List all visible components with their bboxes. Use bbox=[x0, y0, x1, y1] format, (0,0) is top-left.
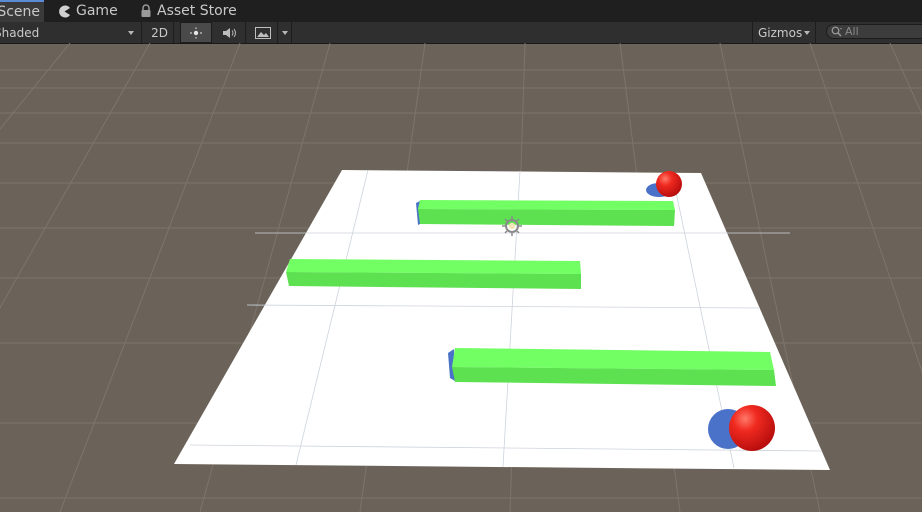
sun-gizmo-icon[interactable] bbox=[502, 216, 522, 236]
sun-icon bbox=[190, 27, 202, 38]
tab-asset-store[interactable]: Asset Store bbox=[140, 0, 237, 22]
2d-mode-label: 2D bbox=[151, 25, 168, 40]
chevron-down-icon bbox=[128, 31, 134, 35]
tab-scene[interactable]: Scene bbox=[0, 0, 44, 22]
tab-asset-store-label: Asset Store bbox=[157, 3, 237, 19]
chevron-down-icon bbox=[281, 30, 288, 35]
image-icon bbox=[254, 26, 271, 39]
hierarchy-search-field[interactable] bbox=[826, 24, 922, 39]
scene-effects-toggle[interactable] bbox=[248, 22, 278, 43]
tab-scene-label: Scene bbox=[0, 4, 40, 20]
shading-mode-dropdown[interactable]: Shaded bbox=[0, 22, 142, 43]
sphere-small[interactable] bbox=[656, 171, 682, 197]
scene-toolbar: Shaded 2D Gizmos bbox=[0, 22, 922, 44]
search-input[interactable] bbox=[843, 25, 922, 38]
sphere-large[interactable] bbox=[729, 405, 775, 451]
speaker-icon bbox=[222, 27, 236, 38]
scene-viewport[interactable] bbox=[0, 43, 922, 512]
editor-tab-strip: Scene Game Asset Store bbox=[0, 0, 922, 22]
pacman-icon bbox=[59, 5, 70, 17]
wall-top[interactable] bbox=[416, 200, 675, 226]
2d-mode-button[interactable]: 2D bbox=[146, 22, 174, 43]
search-icon bbox=[831, 26, 842, 37]
chevron-down-icon bbox=[804, 31, 810, 35]
wall-middle[interactable] bbox=[286, 259, 581, 289]
scene-audio-toggle[interactable] bbox=[214, 22, 246, 43]
wall-bottom[interactable] bbox=[448, 348, 776, 386]
scene-effects-menu[interactable] bbox=[278, 22, 292, 43]
shading-mode-value: Shaded bbox=[0, 25, 40, 40]
lock-icon bbox=[141, 4, 151, 17]
tab-game[interactable]: Game bbox=[58, 0, 118, 22]
scene-lighting-toggle[interactable] bbox=[180, 22, 212, 43]
tab-game-label: Game bbox=[76, 3, 118, 19]
gizmos-label: Gizmos bbox=[758, 25, 803, 40]
gizmos-dropdown[interactable]: Gizmos bbox=[752, 22, 816, 43]
